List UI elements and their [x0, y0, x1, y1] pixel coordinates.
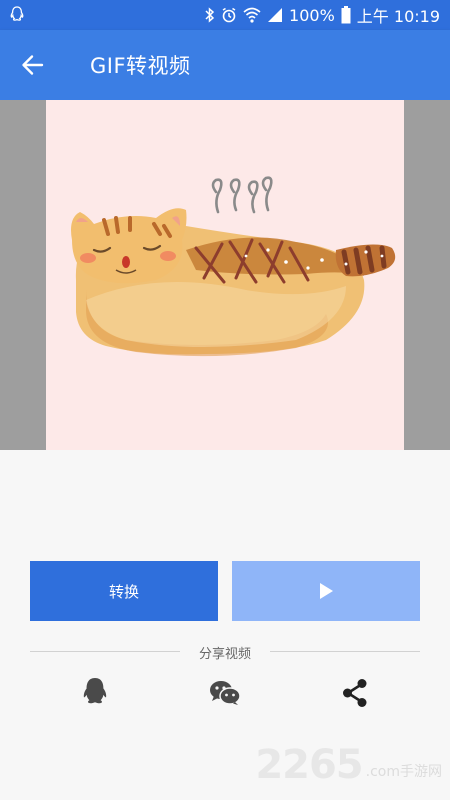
status-bar: 100% 上午 10:19 — [0, 0, 450, 30]
battery-icon — [341, 6, 351, 24]
play-button[interactable] — [232, 561, 420, 621]
site-watermark: 2265 .com手游网 — [255, 742, 442, 788]
share-wechat-button[interactable] — [208, 676, 242, 710]
page-title: GIF转视频 — [90, 54, 191, 78]
convert-button[interactable]: 转换 — [30, 561, 218, 621]
share-icon — [343, 679, 367, 707]
app-bar: GIF转视频 — [0, 30, 450, 100]
play-icon — [320, 583, 333, 599]
signal-icon — [267, 7, 283, 23]
battery-percent: 100% — [289, 5, 335, 25]
bluetooth-icon — [205, 7, 215, 23]
preview-area — [0, 100, 450, 450]
share-label: 分享视频 — [198, 647, 251, 662]
wifi-icon — [243, 7, 261, 23]
watermark-suffix: .com手游网 — [365, 764, 442, 780]
share-more-button[interactable] — [338, 676, 372, 710]
wechat-icon — [210, 681, 241, 705]
divider-right — [270, 651, 420, 652]
watermark-number: 2265 — [255, 742, 363, 788]
alarm-icon — [221, 7, 237, 23]
cat-loaf-illustration — [71, 176, 396, 357]
qq-notification-icon — [10, 6, 24, 21]
qq-icon — [83, 678, 107, 704]
share-divider: 分享视频 — [30, 640, 420, 664]
clock: 上午 10:19 — [356, 7, 440, 26]
gif-preview — [46, 100, 404, 450]
back-arrow-icon[interactable] — [20, 52, 46, 78]
share-qq-button[interactable] — [78, 676, 112, 710]
convert-button-label: 转换 — [108, 582, 139, 601]
status-right: 100% 上午 10:19 — [205, 4, 440, 26]
